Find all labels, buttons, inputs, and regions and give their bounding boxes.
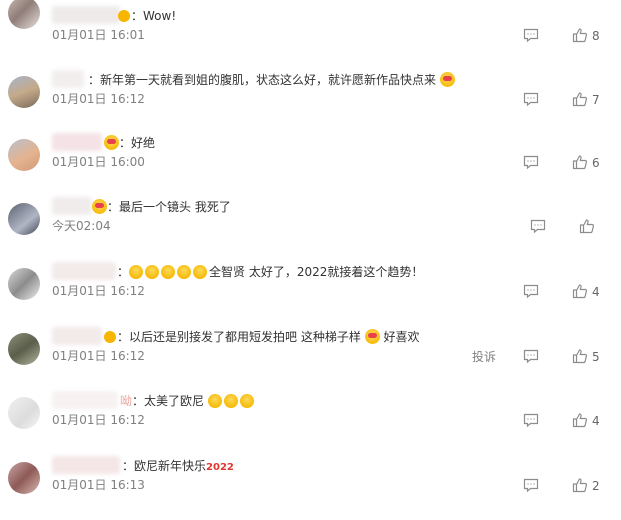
vip-badge-icon [104,331,116,343]
thumbs-up-icon[interactable] [572,477,588,493]
heart-eyes-emoji-icon [364,329,380,344]
comment-item: ：以后还是别接发了都用短发拍吧 这种梯子样 好喜欢 01月01日 16:12 投… [0,327,621,391]
comment-item: 呦：太美了欧尼 01月01日 16:12 4 [0,391,621,455]
colon: ： [117,265,130,279]
username-tail[interactable]: 呦 [120,394,132,408]
smile-emoji-icon [129,265,144,279]
comment-icon[interactable] [523,28,539,42]
comment-time: 01月01日 16:00 [52,155,145,169]
like-count: 6 [592,156,600,170]
colon: ： [117,330,130,344]
thumbs-up-icon[interactable] [572,412,588,428]
smile-emoji-icon [161,265,176,279]
comment-text: 新年第一天就看到姐的腹肌，状态这么好，就许愿新作品快点来 [100,73,437,87]
comment-item: ： 全智贤 太好了，2022就接着这个趋势！ 01月01日 16:12 4 [0,262,621,326]
username-blurred[interactable] [52,133,102,151]
like-count: 8 [592,29,600,43]
comment-time: 01月01日 16:12 [52,284,145,298]
colon: ： [88,73,101,87]
username-blurred[interactable] [52,197,92,215]
comment-item: ：Wow! 01月01日 16:01 8 [0,0,621,70]
comment-text: 最后一个镜头 我死了 [119,200,231,214]
username-blurred[interactable] [52,70,84,88]
smile-emoji-icon [145,265,160,279]
username-blurred[interactable] [52,456,120,474]
comment-text: 以后还是别接发了都用短发拍吧 这种梯子样 [129,330,361,344]
username-blurred[interactable] [52,6,120,24]
comment-time: 01月01日 16:12 [52,413,145,427]
colon: ： [122,459,135,473]
like-count: 5 [592,350,600,364]
comment-icon[interactable] [523,92,539,106]
smile-emoji-icon [239,394,254,408]
thumbs-up-icon[interactable] [572,154,588,170]
comment-time: 01月01日 16:01 [52,28,145,42]
thumbs-up-icon[interactable] [572,348,588,364]
vip-badge-icon [118,10,130,22]
colon: ： [119,136,132,150]
comment-icon[interactable] [523,349,539,363]
comment-text: 全智贤 太好了，2022就接着这个趋势！ [209,265,424,279]
thumbs-up-icon[interactable] [572,27,588,43]
comment-item: ：最后一个镜头 我死了 今天02:04 [0,197,621,261]
comment-text: 太美了欧尼 [144,394,205,408]
comment-item: ：新年第一天就看到姐的腹肌，状态这么好，就许愿新作品快点来 01月01日 16:… [0,70,621,134]
comment-text: 欧尼新年快乐 [134,459,207,473]
heart-eyes-emoji-icon [439,72,455,87]
avatar[interactable] [8,203,40,235]
like-count: 2 [592,479,600,493]
avatar[interactable] [8,268,40,300]
comment-time: 01月01日 16:12 [52,349,145,363]
comment-text-tail: 好喜欢 [383,330,420,344]
thumbs-up-icon[interactable] [579,218,595,234]
avatar[interactable] [8,397,40,429]
username-blurred[interactable] [52,262,116,280]
avatar[interactable] [8,0,40,29]
comment-time: 01月01日 16:13 [52,478,145,492]
colon: ： [107,200,120,214]
comment-icon[interactable] [523,478,539,492]
2022-tag-icon: 2022 [206,462,234,473]
smile-emoji-icon [193,265,208,279]
comment-text: Wow! [143,9,177,23]
username-blurred[interactable] [52,327,102,345]
heart-eyes-emoji-icon [92,199,107,214]
colon: ： [131,9,144,23]
comment-icon[interactable] [530,219,546,233]
comment-icon[interactable] [523,284,539,298]
comment-time: 今天02:04 [52,219,111,233]
thumbs-up-icon[interactable] [572,91,588,107]
colon: ： [132,394,145,408]
heart-eyes-emoji-icon [104,135,119,150]
thumbs-up-icon[interactable] [572,283,588,299]
comment-item: ：好绝 01月01日 16:00 6 [0,133,621,197]
comment-icon[interactable] [523,413,539,427]
smile-emoji-icon [223,394,238,408]
avatar[interactable] [8,139,40,171]
comment-time: 01月01日 16:12 [52,92,145,106]
username-blurred[interactable] [52,391,118,409]
comment-icon[interactable] [523,155,539,169]
smile-emoji-icon [177,265,192,279]
smile-emoji-icon [207,394,222,408]
comment-item: ：欧尼新年快乐2022 01月01日 16:13 2 [0,456,621,520]
like-count: 7 [592,93,600,107]
like-count: 4 [592,285,600,299]
avatar[interactable] [8,76,40,108]
comment-text: 好绝 [131,136,156,150]
avatar[interactable] [8,462,40,494]
report-button[interactable]: 投诉 [472,348,496,366]
avatar[interactable] [8,333,40,365]
like-count: 4 [592,414,600,428]
